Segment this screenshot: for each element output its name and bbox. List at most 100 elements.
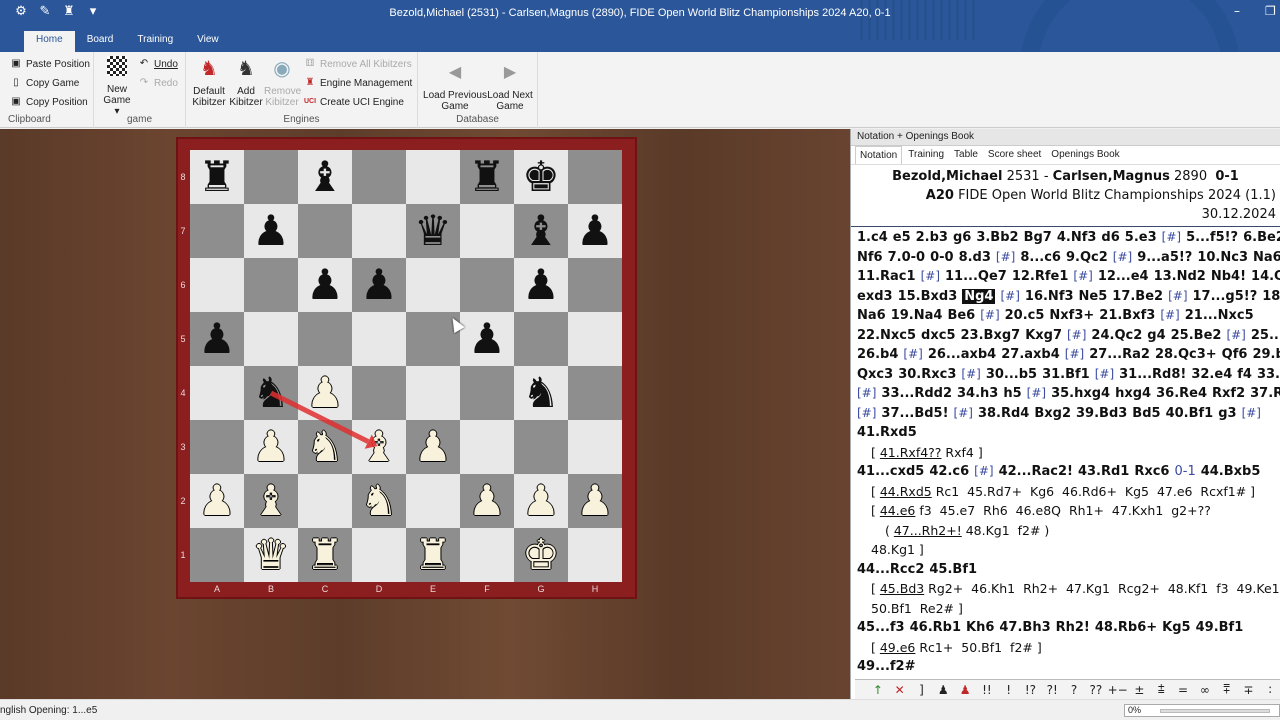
square-g1[interactable]: ♚ — [514, 528, 568, 582]
load-next-game-button[interactable]: ▶ Load Next Game — [486, 60, 534, 112]
square-e3[interactable]: ♟ — [406, 420, 460, 474]
square-b2[interactable]: ♝ — [244, 474, 298, 528]
square-b6[interactable] — [244, 258, 298, 312]
move[interactable]: 4.Nf3 — [1057, 230, 1097, 245]
square-g4[interactable]: ♞ — [514, 366, 568, 420]
move[interactable]: 44...Rcc2 — [857, 562, 924, 577]
black-pawn-icon[interactable]: ♟ — [576, 210, 614, 252]
square-f4[interactable] — [460, 366, 514, 420]
square-e8[interactable] — [406, 150, 460, 204]
move[interactable]: 29.bxc5 — [1252, 347, 1280, 362]
black-pawn-icon[interactable]: ♟ — [522, 264, 560, 306]
move[interactable]: 15.Bxd3 — [898, 289, 958, 304]
tab-training[interactable]: Training — [125, 31, 185, 52]
move[interactable]: 17...g5!? — [1193, 289, 1258, 304]
move[interactable]: 17.Be2 — [1112, 289, 1163, 304]
move[interactable]: 8...c6 — [1020, 250, 1061, 265]
move[interactable]: Qxc3 — [857, 367, 893, 382]
move[interactable]: 26.b4 — [857, 347, 898, 362]
square-f2[interactable]: ♟ — [460, 474, 514, 528]
square-e4[interactable] — [406, 366, 460, 420]
square-f7[interactable] — [460, 204, 514, 258]
move[interactable]: 42.c6 — [929, 464, 969, 479]
square-c2[interactable] — [298, 474, 352, 528]
variation-text[interactable]: [ — [871, 445, 880, 460]
variation-text[interactable]: [ — [871, 640, 880, 655]
white-queen-icon[interactable]: ♛ — [252, 534, 290, 576]
white-winning-symbol[interactable]: +− — [1107, 683, 1129, 697]
move[interactable]: 49.Bf1 — [1196, 620, 1244, 635]
white-knight-icon[interactable]: ♞ — [360, 480, 398, 522]
diagram-tag[interactable]: [#] — [1067, 328, 1086, 342]
panel-tab-notation[interactable]: Notation — [855, 146, 903, 164]
square-b5[interactable] — [244, 312, 298, 366]
move[interactable]: Bxg2 — [1034, 406, 1071, 421]
move[interactable]: Nb4! — [1211, 269, 1246, 284]
move[interactable]: 27...Ra2 — [1089, 347, 1150, 362]
add-kibitzer-button[interactable]: ♞ Add Kibitzer — [228, 56, 264, 108]
blunder-symbol[interactable]: ?? — [1085, 683, 1107, 697]
variation-text[interactable]: 48.Kg1 f2# ) — [962, 523, 1050, 538]
move[interactable]: 33.e5 — [1257, 367, 1280, 382]
move[interactable]: Rxc6 — [1134, 464, 1169, 479]
variation-text[interactable]: Rxf4 ] — [941, 445, 982, 460]
square-f5[interactable]: ♟ — [460, 312, 514, 366]
square-a3[interactable] — [190, 420, 244, 474]
new-game-button[interactable]: New Game ▾ — [100, 56, 134, 117]
diagram-tag[interactable]: [#] — [857, 386, 876, 400]
variation-text[interactable]: Rc1 45.Rd7+ Kg6 46.Rd6+ Kg5 47.e6 Rcxf1#… — [932, 484, 1255, 499]
move[interactable]: 14.Qb1 — [1251, 269, 1280, 284]
restore-button[interactable]: ❐ — [1265, 4, 1276, 18]
move[interactable]: 45...f3 — [857, 620, 905, 635]
tab-board[interactable]: Board — [75, 31, 126, 52]
variation-move[interactable]: 47...Rh2+! — [894, 523, 962, 538]
move[interactable]: 33...Rdd2 — [881, 386, 952, 401]
move[interactable]: 11.Rac1 — [857, 269, 916, 284]
move[interactable]: 5...f5!? — [1186, 230, 1238, 245]
move[interactable]: 31...Rd8! — [1119, 367, 1186, 382]
move[interactable]: 37...Bd5! — [881, 406, 948, 421]
mistake-symbol[interactable]: ? — [1063, 683, 1085, 697]
black-rook-icon[interactable]: ♜ — [198, 156, 236, 198]
unclear-symbol[interactable]: ∞ — [1194, 683, 1216, 697]
move[interactable]: 47.Bh3 — [999, 620, 1050, 635]
diagram-tag[interactable]: [#] — [1095, 367, 1114, 381]
square-a8[interactable]: ♜ — [190, 150, 244, 204]
square-e7[interactable]: ♛ — [406, 204, 460, 258]
square-c1[interactable]: ♜ — [298, 528, 352, 582]
square-h7[interactable]: ♟ — [568, 204, 622, 258]
move[interactable]: 12.Rfe1 — [1012, 269, 1069, 284]
tab-home[interactable]: Home — [24, 31, 75, 52]
square-g7[interactable]: ♝ — [514, 204, 568, 258]
move[interactable]: 11...Qe7 — [945, 269, 1007, 284]
move[interactable]: dxc5 — [921, 328, 955, 343]
move[interactable]: 9.Qc2 — [1066, 250, 1108, 265]
square-b7[interactable]: ♟ — [244, 204, 298, 258]
move[interactable]: 19.Na4 — [891, 308, 943, 323]
move[interactable]: Bd5 — [1132, 406, 1160, 421]
notation-text[interactable]: 1.c4 e5 2.b3 g6 3.Bb2 Bg7 4.Nf3 d6 5.e3 [#] 5...f5… — [851, 227, 1280, 682]
good-symbol[interactable]: ! — [998, 683, 1020, 697]
diagram-tag[interactable]: [#] — [954, 406, 973, 420]
variation-text[interactable]: Rc1+ 50.Bf1 f2# ] — [915, 640, 1041, 655]
diagram-tag[interactable]: [#] — [1073, 269, 1092, 283]
square-a6[interactable] — [190, 258, 244, 312]
square-h4[interactable] — [568, 366, 622, 420]
diagram-tag[interactable]: [#] — [961, 367, 980, 381]
white-bishop-icon[interactable]: ♝ — [252, 480, 290, 522]
move[interactable]: 44.Bxb5 — [1201, 464, 1261, 479]
move[interactable]: e5 — [893, 230, 911, 245]
square-f1[interactable] — [460, 528, 514, 582]
black-pawn-icon[interactable]: ♟ — [468, 318, 506, 360]
black-king-icon[interactable]: ♚ — [522, 156, 560, 198]
variation-text[interactable]: Rg2+ 46.Kh1 Rh2+ 47.Kg1 Rcg2+ 48.Kf1 f3 … — [924, 581, 1280, 596]
white-slightly-better-symbol[interactable]: ⩲ — [1150, 682, 1172, 697]
white-pawn-icon[interactable]: ♟ — [306, 372, 344, 414]
square-a4[interactable] — [190, 366, 244, 420]
diagram-tag[interactable]: [#] — [903, 347, 922, 361]
square-e2[interactable] — [406, 474, 460, 528]
move[interactable]: 48.Rb6+ — [1095, 620, 1157, 635]
move[interactable]: 0-0 — [930, 250, 954, 265]
black-queen-icon[interactable]: ♛ — [414, 210, 452, 252]
black-bishop-icon[interactable]: ♝ — [522, 210, 560, 252]
